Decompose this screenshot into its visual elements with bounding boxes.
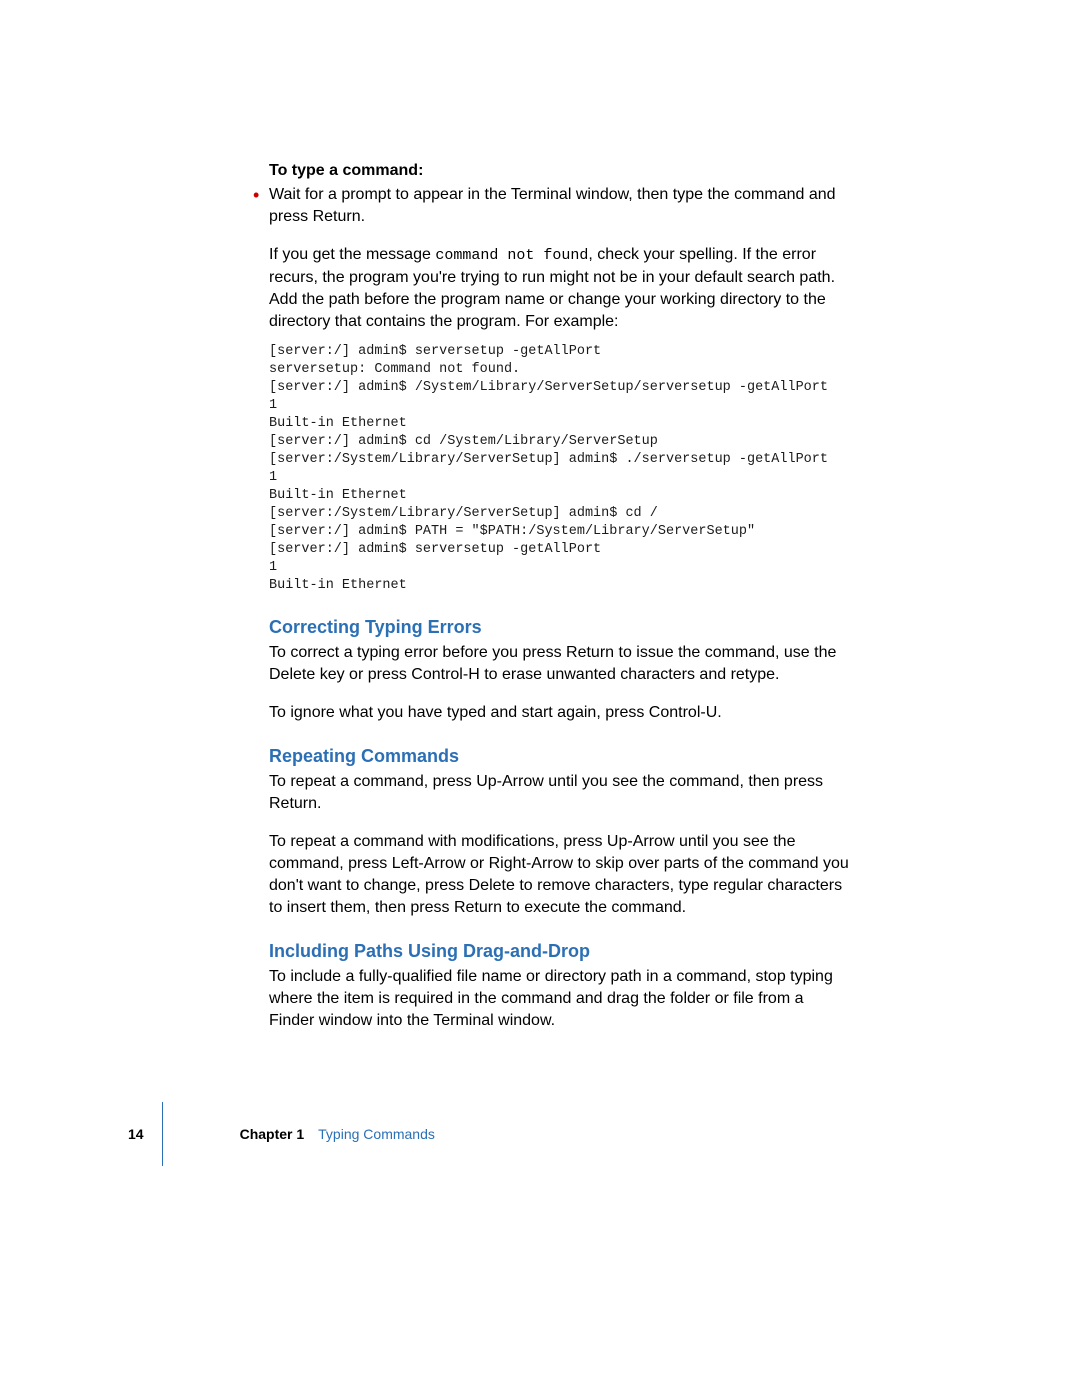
- bullet-text: Wait for a prompt to appear in the Termi…: [269, 184, 849, 228]
- chapter-title: Typing Commands: [318, 1126, 435, 1142]
- chapter-label: Chapter 1: [240, 1126, 305, 1142]
- code-block: [server:/] admin$ serversetup -getAllPor…: [269, 343, 849, 595]
- para-text-a: If you get the message: [269, 246, 435, 263]
- section-heading-including-paths: Including Paths Using Drag-and-Drop: [269, 941, 849, 962]
- section-heading-correcting: Correcting Typing Errors: [269, 617, 849, 638]
- paragraph: To repeat a command with modifications, …: [269, 831, 849, 919]
- page-content: To type a command: • Wait for a prompt t…: [269, 162, 849, 1032]
- bullet-item: • Wait for a prompt to appear in the Ter…: [253, 184, 849, 228]
- procedure-heading: To type a command:: [269, 162, 849, 180]
- inline-code: command not found: [435, 247, 588, 264]
- paragraph: To ignore what you have typed and start …: [269, 702, 849, 724]
- paragraph: To include a fully-qualified file name o…: [269, 966, 849, 1032]
- paragraph: To repeat a command, press Up-Arrow unti…: [269, 771, 849, 815]
- footer-divider: [162, 1102, 163, 1166]
- paragraph: To correct a typing error before you pre…: [269, 642, 849, 686]
- paragraph: If you get the message command not found…: [269, 244, 849, 333]
- page-number: 14: [128, 1126, 162, 1142]
- section-heading-repeating: Repeating Commands: [269, 746, 849, 767]
- page-footer: 14 Chapter 1 Typing Commands: [128, 1102, 435, 1166]
- bullet-icon: •: [253, 184, 261, 206]
